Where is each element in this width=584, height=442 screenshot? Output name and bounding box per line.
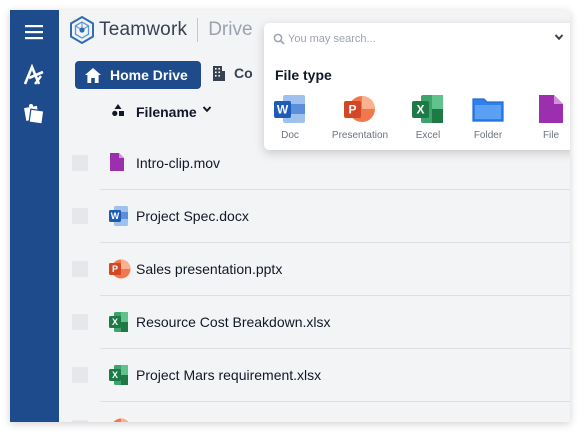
file-name[interactable]: Sales presentation.pptx (136, 261, 282, 277)
row-checkbox[interactable] (72, 420, 88, 422)
word-icon: W (109, 205, 129, 227)
building-icon (213, 66, 225, 81)
tab-home-drive-label: Home Drive (110, 67, 188, 83)
tab-company-drive-label: Co (234, 65, 253, 81)
brand-divider (197, 18, 199, 42)
svg-text:P: P (348, 103, 356, 117)
table-row[interactable]: X Resource Cost Breakdown.xlsx (59, 296, 570, 349)
excel-icon: X (412, 94, 444, 124)
file-type-label: Doc (281, 130, 299, 141)
powerpoint-icon: P (109, 417, 129, 422)
search-input[interactable] (288, 29, 538, 49)
svg-text:X: X (416, 103, 424, 117)
sidebar (10, 10, 59, 422)
app-logo[interactable]: Teamwork Drive (69, 16, 253, 44)
svg-text:W: W (111, 211, 120, 221)
row-checkbox[interactable] (72, 261, 88, 277)
file-type-title: File type (275, 67, 332, 83)
file-name[interactable]: Project Mars requirement.xlsx (136, 367, 321, 383)
menu-icon[interactable] (20, 18, 48, 46)
sort-chevron-icon[interactable] (202, 104, 212, 114)
tab-company-drive[interactable]: Co (212, 65, 253, 81)
folder-icon (472, 94, 504, 124)
svg-text:W: W (277, 103, 289, 117)
file-name[interactable]: Project Spec.docx (136, 208, 249, 224)
search-icon (273, 33, 285, 45)
chevron-down-icon[interactable] (554, 32, 564, 42)
file-name[interactable]: Dummy_Xls_001.doc (136, 420, 269, 422)
file-type-label: Folder (473, 130, 503, 141)
file-icon (109, 152, 129, 174)
file-icon (538, 94, 564, 124)
home-icon (85, 67, 101, 83)
section-name: Drive (208, 19, 253, 40)
tab-home-drive[interactable]: Home Drive (75, 61, 201, 89)
file-type-label: File (542, 130, 560, 141)
file-type-label: Presentation (331, 130, 389, 141)
file-name[interactable]: Resource Cost Breakdown.xlsx (136, 314, 331, 330)
excel-icon: X (109, 311, 129, 333)
svg-text:P: P (112, 264, 118, 274)
row-checkbox[interactable] (72, 314, 88, 330)
file-type-file[interactable]: File (511, 94, 570, 141)
row-checkbox[interactable] (72, 208, 88, 224)
table-row[interactable]: X Project Mars requirement.xlsx (59, 349, 570, 402)
notes-icon[interactable] (20, 100, 48, 128)
excel-icon: X (109, 364, 129, 386)
table-row[interactable]: W Project Spec.docx (59, 190, 570, 243)
brand-name: Teamwork (99, 19, 188, 40)
file-type-doc[interactable]: W Doc (250, 94, 330, 141)
file-name[interactable]: Intro-clip.mov (136, 155, 220, 171)
row-checkbox[interactable] (72, 155, 88, 171)
app-window: Teamwork Drive Home Drive Co Filename In… (10, 10, 570, 422)
powerpoint-icon: P (344, 94, 376, 124)
svg-text:X: X (112, 317, 118, 327)
file-type-label: Excel (415, 130, 441, 141)
word-icon: W (274, 94, 306, 124)
table-row[interactable]: P Sales presentation.pptx (59, 243, 570, 296)
search-dropdown: File type W Doc P Presentation X Excel Fol… (264, 23, 570, 150)
powerpoint-icon: P (109, 258, 131, 280)
row-checkbox[interactable] (72, 367, 88, 383)
apps-logo-icon[interactable] (20, 61, 48, 89)
shapes-icon (112, 104, 124, 116)
table-row[interactable]: P Dummy_Xls_001.doc (59, 402, 570, 422)
teamwork-logo-icon (70, 16, 94, 44)
svg-text:X: X (112, 370, 118, 380)
filename-column-header[interactable]: Filename (136, 104, 197, 120)
